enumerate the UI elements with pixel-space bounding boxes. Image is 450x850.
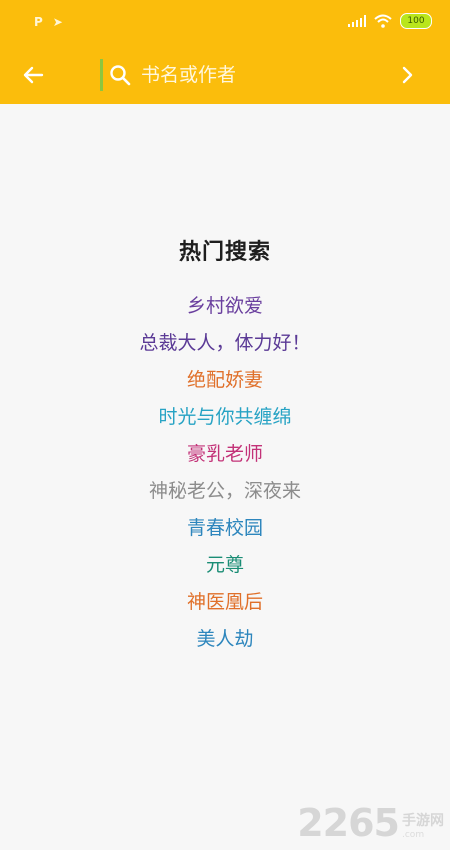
hot-search-section: 热门搜索 乡村欲爱 总裁大人，体力好！ 绝配娇妻 时光与你共缠绵 豪乳老师 神秘老公，深夜…: [0, 234, 450, 658]
search-box: [100, 58, 380, 92]
hot-search-item[interactable]: 美人劫: [0, 621, 450, 658]
hot-search-item[interactable]: 总裁大人，体力好！: [0, 325, 450, 362]
search-icon: [110, 65, 131, 86]
hot-search-item[interactable]: 神秘老公，深夜来: [0, 473, 450, 510]
top-app-bar: P ➤ 100: [0, 0, 450, 104]
hot-search-item[interactable]: 神医凰后: [0, 584, 450, 621]
hot-search-item[interactable]: 豪乳老师: [0, 436, 450, 473]
forward-button[interactable]: [396, 62, 420, 88]
watermark-url: .com: [402, 830, 425, 840]
watermark-text: 手游网: [402, 813, 444, 829]
arrow-left-icon: [23, 66, 44, 84]
watermark-number: 2265: [297, 801, 400, 845]
wifi-icon: [374, 14, 392, 28]
send-icon: ➤: [52, 15, 63, 29]
search-input[interactable]: [139, 63, 373, 87]
hot-search-item[interactable]: 青春校园: [0, 510, 450, 547]
hot-search-item[interactable]: 元尊: [0, 547, 450, 584]
battery-indicator: 100: [400, 13, 432, 29]
site-watermark: 2265 手游网 .com: [297, 804, 444, 842]
chevron-right-icon: [402, 66, 413, 84]
hot-search-title: 热门搜索: [178, 240, 271, 265]
text-cursor: [100, 59, 103, 91]
back-button[interactable]: [18, 60, 48, 90]
hot-search-item[interactable]: 乡村欲爱: [0, 288, 450, 325]
signal-icon: [348, 15, 366, 27]
hot-search-item[interactable]: 绝配娇妻: [0, 362, 450, 399]
status-right-icons: 100: [348, 13, 432, 29]
p-icon: P: [34, 15, 43, 29]
status-bar: P ➤ 100: [0, 0, 450, 44]
hot-search-item[interactable]: 时光与你共缠绵: [0, 399, 450, 436]
status-left-icons: P ➤: [34, 15, 63, 29]
hot-search-list: 乡村欲爱 总裁大人，体力好！ 绝配娇妻 时光与你共缠绵 豪乳老师 神秘老公，深夜来 青春校园…: [0, 288, 450, 658]
